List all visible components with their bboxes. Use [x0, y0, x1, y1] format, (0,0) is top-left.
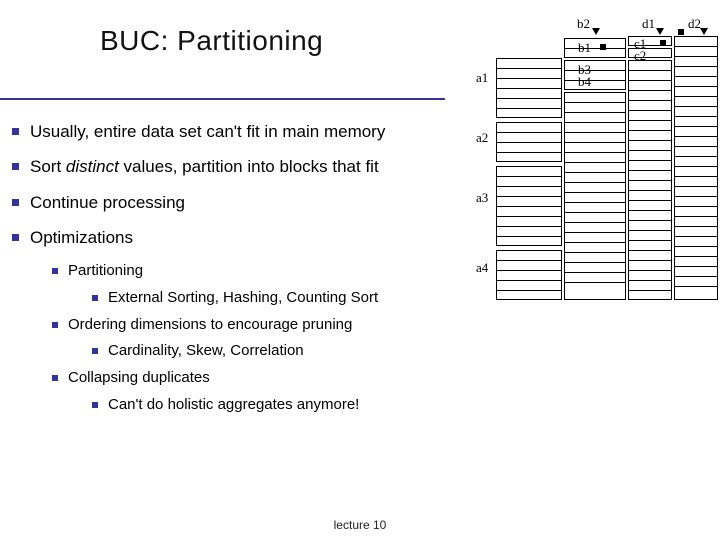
slide-body: Usually, entire data set can't fit in ma… [12, 115, 512, 423]
grid-c1 [628, 36, 672, 46]
bullet-4-2: Ordering dimensions to encourage pruning [52, 316, 512, 335]
chevron-down-icon [656, 28, 664, 35]
bullet-icon [12, 234, 19, 241]
partition-diagram: b2 d1 d2 b1 c1 c2 a1 a2 a3 a4 b3 b4 [464, 14, 720, 302]
bullet-2: Sort distinct values, partition into blo… [12, 156, 512, 177]
label-a2: a2 [476, 130, 488, 146]
bullet-4-2-text: Ordering dimensions to encourage pruning [68, 316, 352, 333]
bullet-icon [12, 128, 19, 135]
bullet-3-text: Continue processing [30, 193, 185, 212]
slide-footer: lecture 10 [0, 518, 720, 532]
bullet-icon [12, 199, 19, 206]
bullet-4-3: Collapsing duplicates [52, 369, 512, 388]
grid-a4 [496, 250, 562, 300]
bullet-icon [92, 402, 98, 408]
grid-c-rest [628, 60, 672, 300]
bullet-4-3-1-text: Can't do holistic aggregates anymore! [108, 396, 359, 413]
label-a4: a4 [476, 260, 488, 276]
label-a3: a3 [476, 190, 488, 206]
label-b2: b2 [577, 16, 590, 32]
grid-d [674, 36, 718, 300]
grid-b1 [564, 38, 626, 58]
bullet-2-post: values, partition into blocks that fit [119, 157, 379, 176]
grid-c2 [628, 48, 672, 58]
bullet-icon [52, 268, 58, 274]
grid-b2 [564, 60, 626, 90]
bullet-1: Usually, entire data set can't fit in ma… [12, 121, 512, 142]
bullet-icon [92, 348, 98, 354]
bullet-4-3-1: Can't do holistic aggregates anymore! [92, 396, 512, 415]
grid-a1 [496, 58, 562, 118]
bullet-4-3-text: Collapsing duplicates [68, 369, 210, 386]
label-a1: a1 [476, 70, 488, 86]
bullet-2-em: distinct [66, 157, 119, 176]
chevron-down-icon [700, 28, 708, 35]
bullet-4-1-text: Partitioning [68, 262, 143, 279]
bullet-4-1-1-text: External Sorting, Hashing, Counting Sort [108, 289, 378, 306]
bullet-icon [52, 322, 58, 328]
grid-b-rest [564, 92, 626, 300]
bullet-icon [12, 163, 19, 170]
slide-title-wrap: BUC: Partitioning [100, 25, 323, 57]
grid-a2 [496, 122, 562, 162]
bullet-4-1-1: External Sorting, Hashing, Counting Sort [92, 289, 512, 308]
bullet-1-text: Usually, entire data set can't fit in ma… [30, 122, 385, 141]
bullet-4-2-1: Cardinality, Skew, Correlation [92, 342, 512, 361]
slide-title: BUC: Partitioning [100, 25, 323, 57]
bullet-2-pre: Sort [30, 157, 66, 176]
grid-a3 [496, 166, 562, 246]
bullet-icon [52, 375, 58, 381]
chevron-down-icon [592, 28, 600, 35]
bullet-4-1: Partitioning [52, 262, 512, 281]
bullet-3: Continue processing [12, 192, 512, 213]
bullet-4: Optimizations [12, 227, 512, 248]
bullet-4-2-1-text: Cardinality, Skew, Correlation [108, 342, 304, 359]
label-d1: d1 [642, 16, 655, 32]
title-underline [0, 98, 445, 100]
bullet-icon [92, 295, 98, 301]
diagram-dot [678, 29, 684, 35]
bullet-4-text: Optimizations [30, 228, 133, 247]
